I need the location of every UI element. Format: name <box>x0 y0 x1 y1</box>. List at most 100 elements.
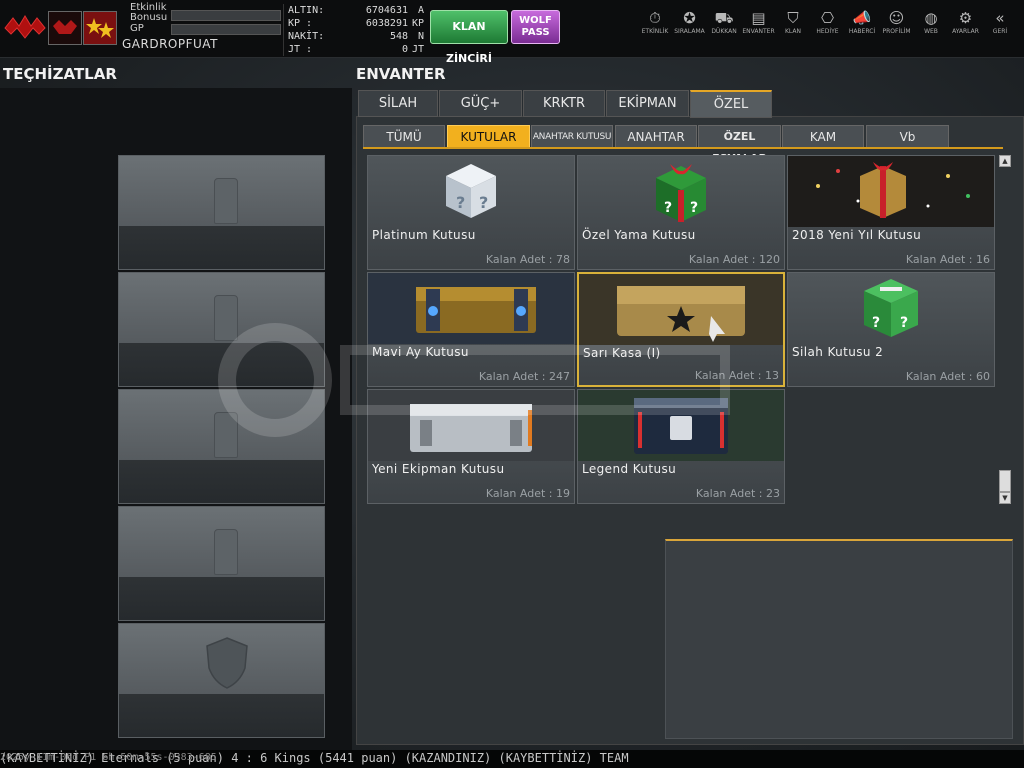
count-value: 16 <box>976 253 990 266</box>
gift-box-icon: ? ? <box>656 164 706 222</box>
currency-value: 548 <box>389 31 408 42</box>
gear-icon: ⚙ <box>958 9 973 27</box>
item-count: Kalan Adet : 78 <box>486 253 570 266</box>
currency-panel: ALTIN: 6704631 A KP : 6038291 KP NAKİT: … <box>283 4 429 56</box>
clan-emblem <box>48 11 82 45</box>
news-ticker: (KAYBETTİNİZ) Eternals (5 puan) 4 : 6 Ki… <box>0 750 1024 768</box>
nav-ayarlar[interactable]: ⚙ AYARLAR <box>949 8 983 52</box>
cart-icon: ⛟ <box>714 9 734 27</box>
spray-can-icon <box>214 529 238 575</box>
count-value: 120 <box>759 253 780 266</box>
count-value: 23 <box>766 487 780 500</box>
tab-krktr[interactable]: KRKTR <box>523 90 605 117</box>
scroll-up-button[interactable]: ▲ <box>999 155 1011 167</box>
bonus-bar <box>171 10 281 21</box>
subtab-vb[interactable]: Vb <box>866 125 949 149</box>
currency-name: NAKİT: <box>288 31 325 42</box>
wolf-pass-line2: PASS <box>521 27 550 38</box>
svg-text:?: ? <box>690 200 698 216</box>
count-value: 78 <box>556 253 570 266</box>
player-name: GARDROPFUAT <box>122 37 218 51</box>
item-name: Platinum Kutusu <box>372 228 476 242</box>
currency-unit: KP <box>411 18 424 29</box>
scroll-down-button[interactable]: ▼ <box>999 492 1011 504</box>
weapon-box-icon: ? ? <box>864 279 918 337</box>
count-label: Kalan Adet : <box>905 253 973 266</box>
nav-etki-nli-k[interactable]: ⏱ ETKİNLİK <box>638 8 672 52</box>
gp-label: GP <box>130 23 144 34</box>
count-value: 13 <box>765 369 779 382</box>
nav-klan[interactable]: ⛉ KLAN <box>776 8 810 52</box>
nav-label: AYARLAR <box>952 28 979 35</box>
count-value: 60 <box>976 370 990 383</box>
nav-label: KLAN <box>784 28 801 35</box>
timestamp: 2025y-11m-06d P1 6h-50m-55s-0383-685 <box>0 752 217 763</box>
equipment-title: TEÇHİZATLAR <box>3 65 117 83</box>
currency-unit: N <box>417 31 424 42</box>
subtab-anahtar[interactable]: ANAHTAR <box>615 125 697 149</box>
currency-value: 6704631 <box>365 5 408 16</box>
nav-siralama[interactable]: ✪ SIRALAMA <box>673 8 707 52</box>
nav-label: GERİ <box>992 28 1008 35</box>
nav-envanter[interactable]: ▤ ENVANTER <box>742 8 776 52</box>
currency-name: KP : <box>288 18 313 29</box>
item-name: 2018 Yeni Yıl Kutusu <box>792 228 922 242</box>
item-card-ozel-yama[interactable]: ? ? Özel Yama Kutusu Kalan Adet : 120 <box>577 155 785 270</box>
count-label: Kalan Adet : <box>485 253 553 266</box>
wolf-pass-button[interactable]: WOLF PASS <box>511 10 560 44</box>
item-name: Yeni Ekipman Kutusu <box>372 462 505 476</box>
item-detail-panel <box>665 539 1013 739</box>
rank-icon <box>83 11 117 45</box>
tab-silah[interactable]: SİLAH <box>358 90 438 117</box>
nav-web[interactable]: ◍ WEB <box>914 8 948 52</box>
item-count: Kalan Adet : 60 <box>906 370 990 383</box>
item-name: Silah Kutusu 2 <box>792 345 884 359</box>
currency-row-cash: NAKİT: 548 N <box>288 31 426 43</box>
item-name: Legend Kutusu <box>582 462 677 476</box>
subtab-underline <box>363 147 1003 149</box>
inventory-icon: ▤ <box>751 9 766 27</box>
nav-d-kkan[interactable]: ⛟ DÜKKAN <box>707 8 741 52</box>
tab-ozel[interactable]: ÖZEL <box>690 90 772 118</box>
tab-guc[interactable]: GÜÇ+ <box>439 90 522 117</box>
item-card-platinum[interactable]: ? ? Platinum Kutusu Kalan Adet : 78 <box>367 155 575 270</box>
nav-profi-li-m[interactable]: ☺ PROFİLİM <box>880 8 914 52</box>
svg-text:?: ? <box>479 193 488 212</box>
subtab-kam[interactable]: KAM <box>782 125 864 149</box>
nav-haberci-[interactable]: 📣 HABERCİ <box>845 8 879 52</box>
nav-label: WEB <box>924 28 938 35</box>
subtab-kutular[interactable]: KUTULAR <box>447 125 530 149</box>
count-label: Kalan Adet : <box>905 370 973 383</box>
item-count: Kalan Adet : 16 <box>906 253 990 266</box>
bonus-label: Etkinlik Bonusu <box>130 2 168 23</box>
subtab-ozel-esyalar[interactable]: ÖZEL EŞYALAR <box>698 125 781 165</box>
platinum-box-icon: ? ? <box>446 164 496 218</box>
subtab-tumu[interactable]: TÜMÜ <box>363 125 445 149</box>
watermark-logo <box>218 323 730 437</box>
top-bar: Etkinlik Bonusu GP GARDROPFUAT ALTIN: 67… <box>0 0 1024 65</box>
equipment-slot[interactable] <box>118 623 325 738</box>
equipment-slot[interactable] <box>118 506 325 621</box>
item-card-2018-yeni-yil[interactable]: 2018 Yeni Yıl Kutusu Kalan Adet : 16 <box>787 155 995 270</box>
back-icon: « <box>995 9 1005 27</box>
gift-icon: ⎔ <box>820 9 835 27</box>
top-nav: ⏱ ETKİNLİK ✪ SIRALAMA ⛟ DÜKKAN ▤ ENVANTER ⛉ KLAN ⎔… <box>638 8 1022 52</box>
nav-label: ETKİNLİK <box>641 28 669 35</box>
inventory-title: ENVANTER <box>356 65 446 83</box>
item-card-silah-kutusu-2[interactable]: ? ? Silah Kutusu 2 Kalan Adet : 60 <box>787 272 995 387</box>
svg-text:?: ? <box>900 315 908 331</box>
megaphone-icon: 📣 <box>852 9 872 27</box>
count-label: Kalan Adet : <box>485 487 553 500</box>
klan-chain-button[interactable]: KLAN ZİNCİRİ <box>430 10 508 65</box>
equipment-slot[interactable] <box>118 155 325 270</box>
svg-text:?: ? <box>872 315 880 331</box>
subtab-anahtar-kutusu[interactable]: ANAHTAR KUTUSU <box>531 125 613 149</box>
globe-icon: ◍ <box>924 9 938 27</box>
svg-text:?: ? <box>456 193 465 212</box>
scrollbar-thumb[interactable] <box>999 470 1011 492</box>
nav-geri-[interactable]: «GERİ <box>983 8 1017 52</box>
nav-hedi-ye[interactable]: ⎔ HEDİYE <box>811 8 845 52</box>
medal-icon: ✪ <box>683 9 696 27</box>
tab-ekipman[interactable]: EKİPMAN <box>606 90 689 117</box>
count-label: Kalan Adet : <box>688 253 756 266</box>
